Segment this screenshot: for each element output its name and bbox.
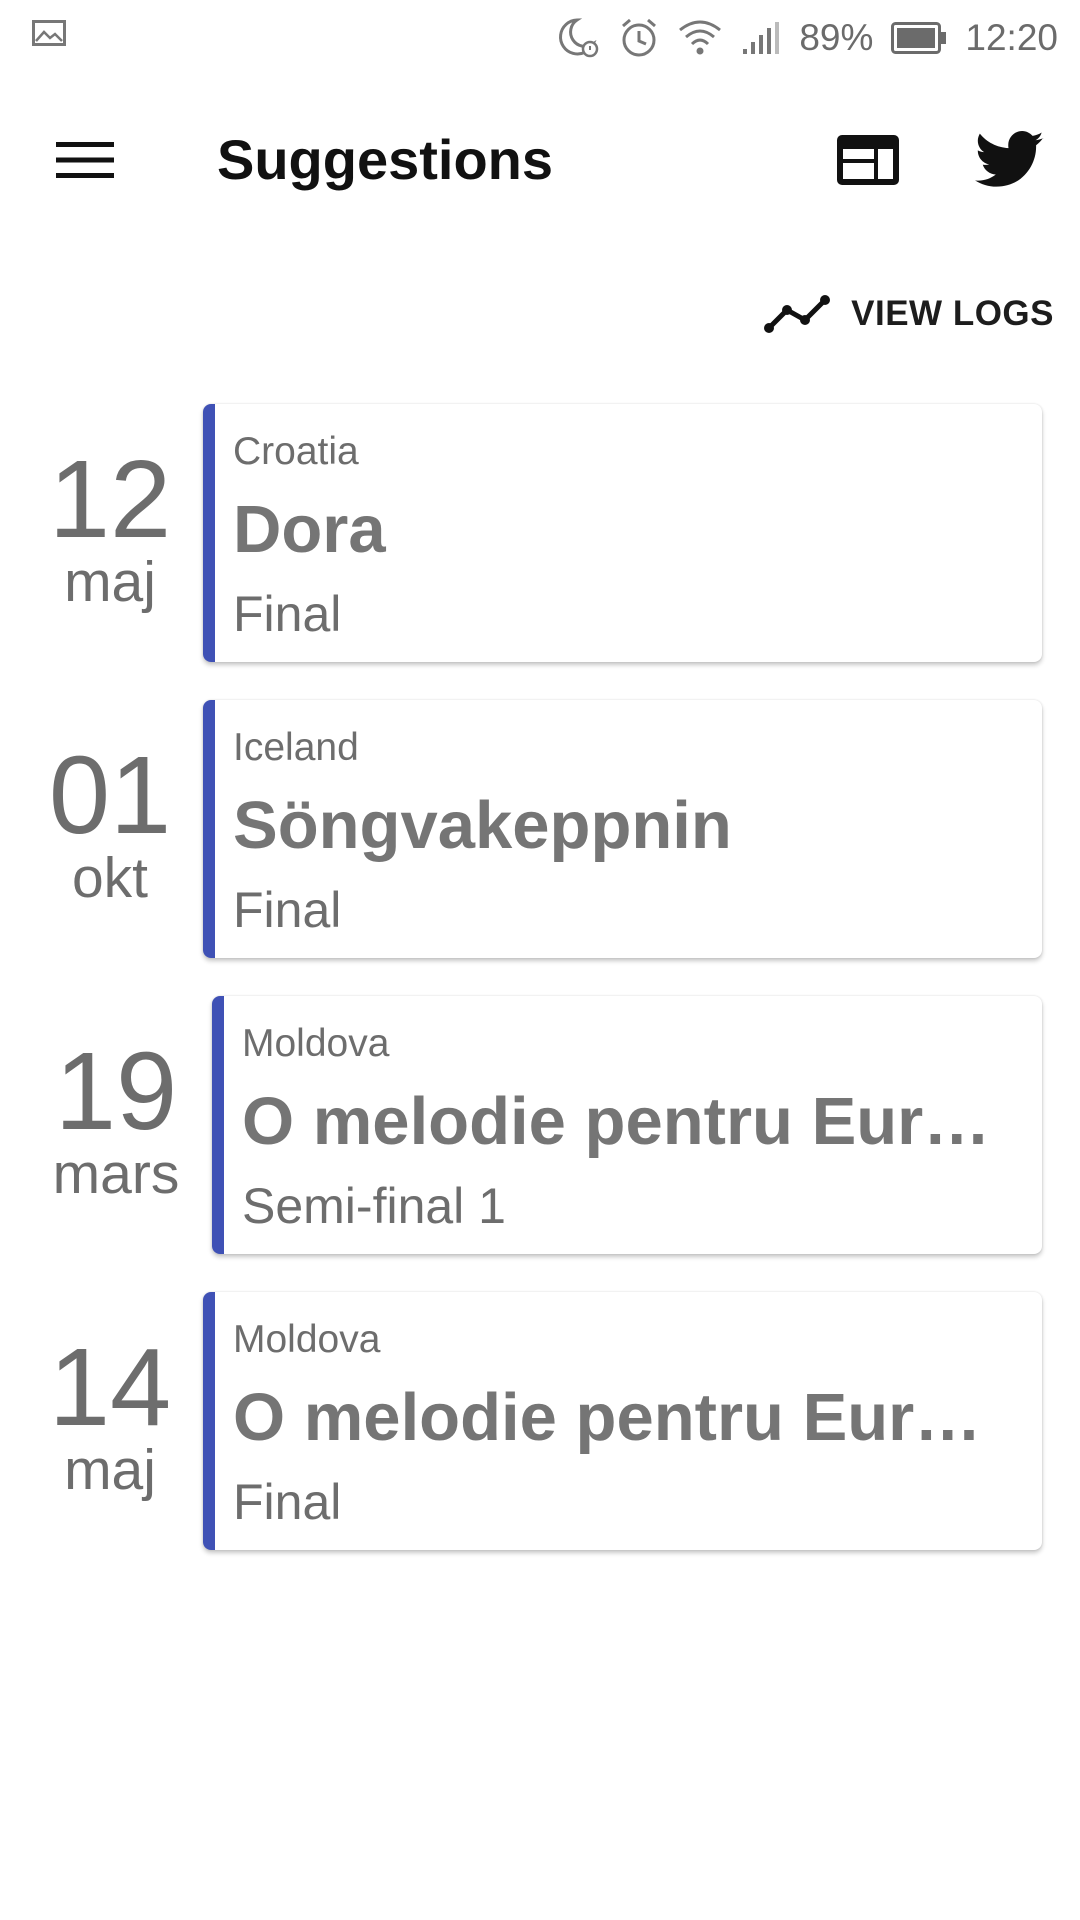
list-item[interactable]: 01 okt Iceland Söngvakeppnin Final: [0, 700, 1080, 960]
menu-button[interactable]: [40, 122, 130, 198]
event-day: 12: [48, 438, 172, 561]
event-day: 19: [54, 1030, 178, 1153]
clock: 12:20: [965, 17, 1058, 58]
event-name: O melodie pentru Eur…: [242, 1084, 991, 1159]
event-country: Moldova: [242, 1022, 390, 1065]
event-stage: Semi-final 1: [242, 1178, 506, 1234]
battery-icon: [891, 21, 947, 55]
status-bar: 89% 12:20: [0, 0, 1080, 80]
list-item[interactable]: 12 maj Croatia Dora Final: [0, 404, 1080, 664]
event-name: Dora: [233, 492, 386, 567]
view-logs-label: VIEW LOGS: [851, 294, 1054, 333]
event-month: okt: [71, 846, 149, 910]
event-stage: Final: [233, 586, 342, 642]
list-item[interactable]: 19 mars Moldova O melodie pentru Eur… Se…: [0, 996, 1080, 1256]
event-country: Croatia: [233, 430, 359, 473]
event-card[interactable]: Iceland Söngvakeppnin Final: [203, 700, 1042, 958]
alarm-icon: [619, 17, 659, 59]
event-card[interactable]: Moldova O melodie pentru Eur… Semi-final…: [212, 996, 1042, 1254]
event-date: 01 okt: [30, 734, 190, 910]
web-view-button[interactable]: [830, 122, 906, 198]
do-not-disturb-alarm-icon: [557, 16, 601, 60]
event-stage: Final: [233, 882, 342, 938]
view-logs-button[interactable]: VIEW LOGS: [763, 282, 1054, 346]
event-card[interactable]: Moldova O melodie pentru Euro… Final: [203, 1292, 1042, 1550]
event-name: Söngvakeppnin: [233, 788, 732, 863]
event-day: 14: [48, 1326, 172, 1449]
image-icon: [32, 20, 66, 46]
card-accent-bar: [203, 1292, 215, 1550]
twitter-icon: [975, 131, 1045, 189]
battery-percent: 89%: [799, 17, 874, 58]
twitter-button[interactable]: [968, 118, 1052, 202]
event-month: maj: [64, 1438, 156, 1502]
event-month: maj: [64, 550, 156, 614]
event-country: Iceland: [233, 726, 359, 769]
event-country: Moldova: [233, 1318, 381, 1361]
page-title: Suggestions: [217, 128, 554, 191]
event-day: 01: [48, 734, 172, 857]
signal-icon: [741, 21, 781, 55]
event-date: 19 mars: [36, 1030, 196, 1206]
event-month: mars: [52, 1142, 180, 1206]
list-item[interactable]: 14 maj Moldova O melodie pentru Euro… Fi…: [0, 1292, 1080, 1552]
event-card[interactable]: Croatia Dora Final: [203, 404, 1042, 662]
card-accent-bar: [203, 404, 215, 662]
app-bar: Suggestions: [0, 80, 1080, 240]
event-name: O melodie pentru Euro…: [233, 1380, 1014, 1455]
event-stage: Final: [233, 1474, 342, 1530]
web-icon: [837, 135, 899, 185]
event-date: 14 maj: [30, 1326, 190, 1502]
wifi-icon: [677, 18, 723, 58]
card-accent-bar: [203, 700, 215, 958]
event-date: 12 maj: [30, 438, 190, 614]
menu-icon: [56, 140, 114, 180]
timeline-icon: [763, 294, 831, 334]
card-accent-bar: [212, 996, 224, 1254]
